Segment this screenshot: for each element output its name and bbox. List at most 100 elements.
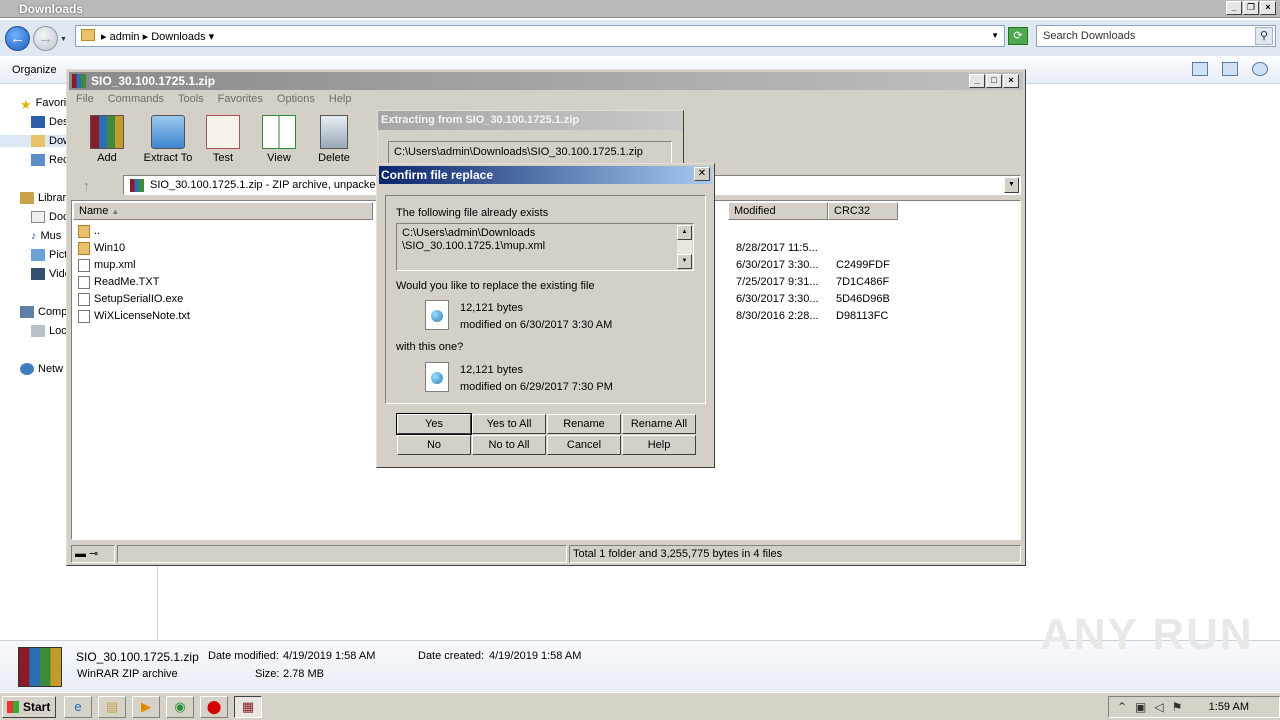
chrome-icon[interactable]: ◉ (166, 696, 194, 718)
with-this-one-label: with this one? (396, 341, 464, 353)
scroll-down-icon[interactable]: ▼ (677, 254, 692, 269)
winrar-taskbar-icon[interactable]: ▦ (234, 696, 262, 718)
opera-icon[interactable]: ⬤ (200, 696, 228, 718)
nav-computer[interactable]: Comp (20, 306, 67, 319)
nav-documents[interactable]: Doc (31, 211, 69, 224)
menu-options[interactable]: Options (277, 90, 315, 108)
address-bar[interactable]: ▸ admin ▸ Downloads ▾ ▼ (75, 25, 1005, 47)
menu-tools[interactable]: Tools (178, 90, 204, 108)
network-icon (20, 363, 34, 376)
nav-local-disk[interactable]: Loc (31, 325, 67, 338)
folder-icon (78, 242, 90, 255)
close-icon[interactable]: ✕ (694, 167, 710, 181)
tray-icons[interactable]: ⌃▣◁⚑ (1117, 700, 1190, 714)
path-scrollbar[interactable]: ▲ ▼ (677, 225, 692, 269)
file-icon (78, 259, 90, 272)
view-button[interactable]: View (251, 115, 307, 164)
nav-music[interactable]: ♪ Mus (31, 230, 61, 242)
selection-status (117, 545, 567, 563)
menu-commands[interactable]: Commands (108, 90, 164, 108)
downloads-folder-icon (31, 135, 45, 148)
chevron-down-icon[interactable]: ▼ (991, 31, 999, 40)
existing-path-line-2: \SIO_30.100.1725.1\mup.xml (402, 240, 546, 252)
add-button[interactable]: Add (79, 115, 135, 164)
explorer-titlebar[interactable]: Downloads _ ❐ × (0, 0, 1280, 18)
file-modified: 7/25/2017 9:31... (736, 276, 819, 288)
winrar-minimize-button[interactable]: _ (969, 74, 985, 88)
forward-button[interactable]: → (33, 26, 58, 51)
confirm-titlebar[interactable]: Confirm file replace ✕ (379, 166, 712, 184)
drive-status-icon[interactable]: ▬ ⊸ (71, 545, 115, 563)
no-to-all-button[interactable]: No to All (472, 435, 546, 455)
refresh-button[interactable]: ⟳ (1008, 27, 1028, 45)
file-crc32: D98113FC (836, 310, 889, 322)
details-size-label: Size: (255, 668, 280, 680)
history-dropdown-icon[interactable]: ▼ (60, 36, 67, 43)
winrar-close-button[interactable]: × (1003, 74, 1019, 88)
existing-file-size: 12,121 bytes (460, 302, 523, 314)
desktop-icon (31, 116, 45, 129)
new-file-modified: modified on 6/29/2017 7:30 PM (460, 381, 613, 393)
column-modified[interactable]: Modified (728, 202, 828, 220)
clock[interactable]: 1:59 AM (1209, 701, 1249, 713)
breadcrumb[interactable]: ▸ admin ▸ Downloads ▾ (101, 30, 214, 43)
organize-button[interactable]: Organize (12, 64, 57, 76)
maximize-button[interactable]: ❐ (1243, 1, 1259, 15)
file-name: WiXLicenseNote.txt (94, 310, 190, 322)
extracting-title: Extracting from SIO_30.100.1725.1.zip (378, 111, 683, 130)
extract-to-button[interactable]: Extract To (137, 115, 199, 164)
scroll-up-icon[interactable]: ▲ (677, 225, 692, 240)
test-button[interactable]: Test (195, 115, 251, 164)
details-date-created-label: Date created: (418, 650, 485, 662)
close-button[interactable]: × (1260, 1, 1276, 15)
help-icon[interactable] (1252, 62, 1268, 76)
ie-icon[interactable]: e (64, 696, 92, 718)
menu-help[interactable]: Help (329, 90, 352, 108)
breadcrumb-admin[interactable]: admin (110, 31, 140, 43)
media-player-icon[interactable]: ▶ (132, 696, 160, 718)
rename-all-button[interactable]: Rename All (622, 414, 696, 434)
help-button[interactable]: Help (622, 435, 696, 455)
menu-favorites[interactable]: Favorites (218, 90, 263, 108)
already-exists-label: The following file already exists (396, 207, 549, 219)
minimize-button[interactable]: _ (1226, 1, 1242, 15)
preview-pane-icon[interactable] (1222, 62, 1238, 76)
file-crc32: 5D46D96B (836, 293, 890, 305)
nav-recent[interactable]: Rec (31, 154, 69, 167)
search-input[interactable]: Search Downloads ⚲ (1036, 25, 1276, 47)
up-arrow-icon[interactable]: ↑ (83, 178, 90, 193)
back-button[interactable]: ← (5, 26, 30, 51)
winrar-maximize-button[interactable]: □ (986, 74, 1002, 88)
file-modified: 8/30/2016 2:28... (736, 310, 819, 322)
search-placeholder: Search Downloads (1043, 30, 1136, 42)
menu-file[interactable]: File (76, 90, 94, 108)
winrar-title: SIO_30.100.1725.1.zip (91, 74, 216, 88)
nav-videos[interactable]: Vide (31, 268, 71, 281)
chevron-down-icon[interactable]: ▼ (1004, 177, 1019, 193)
nav-pictures[interactable]: Pict (31, 249, 67, 262)
explorer-folder-icon[interactable]: ▤ (98, 696, 126, 718)
existing-file-path[interactable]: C:\Users\admin\Downloads \SIO_30.100.172… (396, 223, 694, 271)
start-button[interactable]: Start (2, 696, 56, 718)
cancel-button[interactable]: Cancel (547, 435, 621, 455)
change-view-icon[interactable] (1192, 62, 1208, 76)
no-button[interactable]: No (397, 435, 471, 455)
breadcrumb-downloads[interactable]: Downloads (151, 31, 205, 43)
trash-icon (320, 115, 348, 149)
details-date-created: 4/19/2019 1:58 AM (489, 650, 582, 662)
total-status: Total 1 folder and 3,255,775 bytes in 4 … (569, 545, 1021, 563)
yes-button[interactable]: Yes (396, 413, 472, 435)
nav-network[interactable]: Netw (20, 363, 63, 376)
nav-libraries[interactable]: Librar (20, 192, 66, 205)
rename-button[interactable]: Rename (547, 414, 621, 434)
column-name[interactable]: Name ▲ (73, 202, 373, 220)
folder-icon (78, 225, 90, 238)
search-icon[interactable]: ⚲ (1255, 27, 1273, 45)
yes-to-all-button[interactable]: Yes to All (472, 414, 546, 434)
column-crc32[interactable]: CRC32 (828, 202, 898, 220)
nav-desktop[interactable]: Des (31, 116, 69, 129)
nav-favorites[interactable]: ★ Favori (20, 97, 66, 112)
winrar-titlebar[interactable]: SIO_30.100.1725.1.zip _ □ × (69, 72, 1023, 90)
delete-button[interactable]: Delete (306, 115, 362, 164)
file-crc32: C2499FDF (836, 259, 890, 271)
